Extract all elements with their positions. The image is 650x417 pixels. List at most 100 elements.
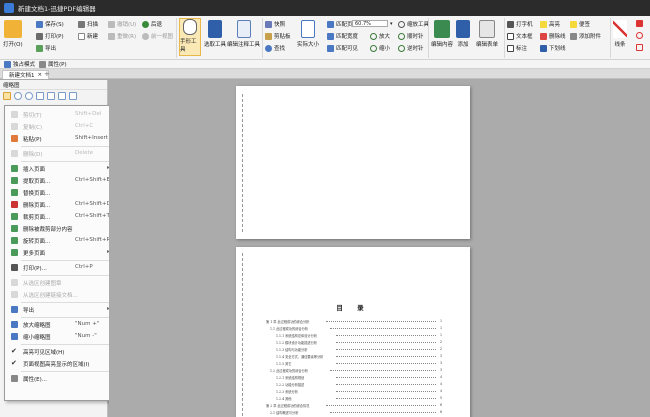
- toc-entry: 第 2 章 此过程成功的综合情况: [266, 404, 310, 408]
- select-tool-button[interactable]: 选取工具: [204, 20, 226, 48]
- zoom-out-button[interactable]: 缩小: [370, 44, 390, 52]
- toc-page-number: 1: [440, 333, 443, 337]
- open-button[interactable]: 打开(O): [3, 20, 23, 48]
- add-button[interactable]: 添加: [456, 20, 470, 48]
- clipboard-button[interactable]: 剪贴板: [265, 32, 291, 40]
- menu-item[interactable]: 打印(P)... Ctrl+P: [5, 262, 114, 273]
- rotate-counterclockwise-button[interactable]: 逆时针: [398, 44, 424, 52]
- export-label: 导出: [45, 46, 57, 52]
- folder-icon: [3, 20, 22, 38]
- typewriter-button[interactable]: 打字机: [507, 20, 533, 28]
- menu-separator: [21, 161, 111, 162]
- back-label: 后退: [151, 22, 163, 28]
- toc-leader: [336, 363, 436, 364]
- strikeout-button[interactable]: 删除线: [540, 32, 566, 40]
- menu-item[interactable]: 旋转页面... Ctrl+Shift+R: [5, 235, 114, 246]
- find-button[interactable]: 查找: [265, 44, 285, 52]
- panel-menu-icon[interactable]: [69, 92, 77, 100]
- zoom-value[interactable]: 60.7%: [352, 20, 388, 27]
- menu-separator: [21, 146, 111, 147]
- save-button[interactable]: 保存(S): [36, 20, 64, 28]
- menu-item[interactable]: ✔ 高亮可见区域(H): [5, 346, 114, 357]
- print-icon: [36, 32, 43, 40]
- tab-document[interactable]: 新建文档1 ×: [2, 70, 50, 79]
- menu-item[interactable]: 插入页面▸: [5, 163, 114, 174]
- ribbon-divider: [428, 18, 429, 58]
- exclusive-mode-button[interactable]: 独占模式: [4, 60, 35, 68]
- rectangle-button[interactable]: [636, 44, 643, 51]
- actual-size-icon: [301, 20, 315, 38]
- menu-item-icon: [11, 201, 18, 208]
- snapshot-button[interactable]: 快照: [265, 20, 285, 28]
- add-attachment-button[interactable]: 添加附件: [570, 32, 601, 40]
- print-button[interactable]: 打印(P): [36, 32, 64, 40]
- magnifier-icon: [398, 20, 405, 28]
- line-button[interactable]: 线条: [613, 20, 627, 48]
- note-button[interactable]: 便签: [570, 20, 590, 28]
- scan-button[interactable]: 扫描: [78, 20, 98, 28]
- edit-annotation-tool-button[interactable]: 编辑注释工具: [227, 20, 260, 48]
- menu-item-icon: [11, 279, 18, 286]
- fit-width-button[interactable]: 匹配宽度: [327, 32, 358, 40]
- close-icon[interactable]: ×: [38, 72, 43, 78]
- textbox-button[interactable]: 文本框: [507, 32, 533, 40]
- zoom-out-thumb-icon[interactable]: [14, 92, 22, 100]
- menu-item[interactable]: 删除被裁剪部分内容: [5, 223, 114, 234]
- rotate-counterclockwise-icon: [398, 44, 405, 52]
- add-tab-icon[interactable]: +: [44, 70, 50, 78]
- menu-item[interactable]: 属性(E)...: [5, 373, 114, 384]
- rotate-clockwise-label: 顺时针: [407, 34, 424, 40]
- previous-view-button[interactable]: 前一视图: [142, 32, 173, 40]
- menu-item[interactable]: 放大缩略图 "Num +": [5, 319, 114, 330]
- zoom-in-button[interactable]: 放大: [370, 32, 390, 40]
- edit-content-button[interactable]: 编辑内容: [431, 20, 453, 48]
- toc-leader: [330, 370, 436, 371]
- menu-item[interactable]: 裁剪页面... Ctrl+Shift+T: [5, 211, 114, 222]
- find-label: 查找: [274, 46, 286, 52]
- add-text-icon: [456, 20, 470, 38]
- fit-width-label: 匹配宽度: [336, 34, 359, 40]
- underline-button[interactable]: 下划线: [540, 44, 566, 52]
- toc-page-number: 4: [440, 389, 443, 393]
- fit-icon[interactable]: [47, 92, 55, 100]
- fit-visible-button[interactable]: 匹配可见: [327, 44, 358, 52]
- callout-button[interactable]: 标注: [507, 44, 527, 52]
- back-button[interactable]: 后退: [142, 20, 162, 28]
- actual-size-button[interactable]: 实际大小: [297, 20, 319, 48]
- menu-item[interactable]: 提取页面... Ctrl+Shift+E: [5, 175, 114, 186]
- menu-item: 删除(D) Delete: [5, 148, 114, 159]
- menu-item-label: 复制(C): [23, 125, 43, 131]
- zoom-combo[interactable]: 60.7% ▾: [352, 20, 393, 27]
- title-bar: 新建文档1-迅捷PDF编辑器: [0, 0, 650, 16]
- undo-button[interactable]: 撤销(U): [108, 20, 136, 28]
- zoom-in-thumb-icon[interactable]: [25, 92, 33, 100]
- properties-button[interactable]: 属性(P): [39, 60, 67, 68]
- menu-item[interactable]: 导出▸: [5, 304, 114, 315]
- clipboard-icon: [265, 32, 272, 40]
- edit-form-button[interactable]: 编辑表单: [476, 20, 498, 48]
- menu-item[interactable]: ✔ 页面视图高亮显示的区域(I): [5, 358, 114, 369]
- rotate-clockwise-button[interactable]: 顺时针: [398, 32, 424, 40]
- export-button[interactable]: 导出: [36, 44, 56, 52]
- toc-page-number: 2: [440, 347, 443, 351]
- zoom-tool-button[interactable]: 缩放工具: [398, 20, 429, 28]
- highlight-button[interactable]: 高亮: [540, 20, 560, 28]
- checkmark-icon: ✔: [11, 359, 17, 367]
- strikeout-icon: [540, 32, 547, 40]
- menu-item[interactable]: 粘贴(P) Shift+Insert: [5, 133, 114, 144]
- rotate-page-icon[interactable]: [36, 92, 44, 100]
- page-options-icon[interactable]: [3, 92, 11, 100]
- menu-item[interactable]: 替换页面...: [5, 187, 114, 198]
- menu-item[interactable]: 缩小缩略图 "Num -": [5, 331, 114, 342]
- print-icon[interactable]: [58, 92, 66, 100]
- menu-item[interactable]: 删除页面... Ctrl+Shift+D: [5, 199, 114, 210]
- redo-button[interactable]: 重做(R): [108, 32, 136, 40]
- hand-tool-button[interactable]: 手形工具: [179, 18, 201, 56]
- arrow-button[interactable]: [636, 20, 643, 27]
- new-button[interactable]: 新建: [78, 32, 98, 40]
- menu-item-icon: [11, 321, 18, 328]
- toc-leader: [326, 321, 436, 322]
- menu-item[interactable]: 更多页面▸: [5, 247, 114, 258]
- toc-page-number: 4: [440, 375, 443, 379]
- shape-button[interactable]: [636, 32, 643, 39]
